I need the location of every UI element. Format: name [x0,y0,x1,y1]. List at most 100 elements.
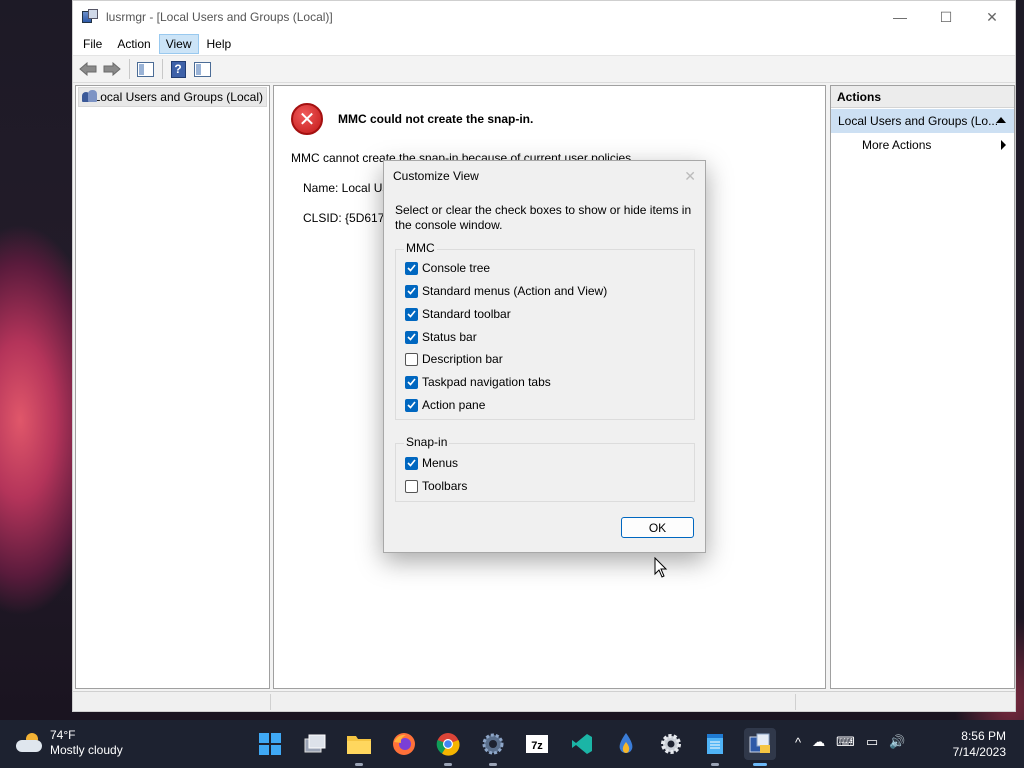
checkbox-box[interactable] [405,375,418,389]
mmc-icon [749,733,770,753]
toolbar: ? [73,55,1015,83]
file-explorer-button[interactable] [343,728,375,766]
submenu-arrow-icon [1001,140,1006,150]
chrome-button[interactable] [432,728,464,766]
ok-button[interactable]: OK [621,517,694,538]
checkbox-label: Menus [422,456,459,470]
forward-button[interactable] [101,58,123,80]
settings-gear-icon [660,734,681,754]
menu-view[interactable]: View [158,34,199,54]
chrome-icon [436,733,460,756]
network-icon[interactable]: ▭ [866,734,878,750]
checkbox-label: Toolbars [422,479,468,493]
error-icon: ✕ [291,103,323,135]
mmc-group-label: MMC [404,241,437,255]
folder-icon [347,736,371,754]
toolbar-separator [129,59,130,79]
console-tree-icon [136,61,154,77]
settings-gear-button[interactable] [655,728,687,760]
start-button[interactable] [254,728,286,760]
firefox-button[interactable] [388,728,420,760]
vscode-insiders-button[interactable] [566,728,598,760]
minimize-button[interactable]: — [877,1,923,33]
action-pane-icon [193,61,211,77]
network-disconnected-icon[interactable]: ☁ [812,734,825,750]
customize-view-dialog: Customize View ✕ Select or clear the che… [383,160,706,553]
vscode-insiders-icon [571,734,592,754]
status-bar-divider [270,694,271,710]
7zip-button[interactable]: 7z [521,728,553,760]
weather-temp: 74°F [50,728,76,742]
svg-text:7z: 7z [531,740,543,752]
checkbox-standard-menus[interactable]: Standard menus (Action and View) [405,283,607,299]
checkbox-action-pane[interactable]: Action pane [405,397,485,413]
menu-bar: File Action View Help [73,33,1015,55]
checkbox-box[interactable] [405,456,418,470]
collapse-up-icon[interactable] [996,117,1006,123]
show-hide-action-pane-button[interactable] [191,58,213,80]
actions-group-local-users[interactable]: Local Users and Groups (Lo... [831,109,1014,133]
checkbox-menus[interactable]: Menus [405,455,458,471]
menu-help[interactable]: Help [200,34,239,54]
weather-widget[interactable]: 74°F Mostly cloudy [16,728,123,758]
help-button[interactable]: ? [167,58,189,80]
checkbox-status-bar[interactable]: Status bar [405,329,477,345]
menu-action[interactable]: Action [110,34,157,54]
help-icon: ? [170,60,186,78]
checkbox-box[interactable] [405,307,418,321]
dialog-close-icon[interactable]: ✕ [684,168,696,185]
show-hidden-icons-chevron-icon[interactable]: ^ [795,735,801,750]
more-actions-label: More Actions [862,138,932,152]
checkbox-label: Status bar [422,330,477,344]
partly-cloudy-icon [16,733,44,753]
menu-file[interactable]: File [76,34,109,54]
checkbox-box[interactable] [405,284,418,298]
maximize-button[interactable]: ☐ [923,1,969,33]
checkbox-box[interactable] [405,479,418,493]
snapin-group: Snap-in Menus Toolbars [395,435,695,502]
clock[interactable]: 8:56 PM 7/14/2023 [953,728,1006,760]
show-hide-console-tree-button[interactable] [134,58,156,80]
dialog-description: Select or clear the check boxes to show … [395,203,692,232]
toolbar-separator [162,59,163,79]
error-title: MMC could not create the snap-in. [338,112,534,126]
mmc-app-icon [82,9,98,25]
status-bar-divider [795,694,796,710]
console-tree-pane: Local Users and Groups (Local) [75,85,270,689]
checkbox-box[interactable] [405,261,418,275]
checkbox-description-bar[interactable]: Description bar [405,351,503,367]
weather-desc: Mostly cloudy [50,743,123,757]
more-actions-item[interactable]: More Actions [831,133,1014,157]
dialog-title-bar[interactable]: Customize View ✕ [384,161,705,191]
checkbox-standard-toolbar[interactable]: Standard toolbar [405,306,511,322]
drop-icon [619,733,633,753]
inkscape-button[interactable] [610,728,642,760]
settings-button[interactable] [477,728,509,766]
checkbox-box[interactable] [405,352,418,366]
users-icon [82,90,97,104]
status-bar [73,691,1015,711]
checkbox-box[interactable] [405,398,418,412]
checkbox-label: Standard menus (Action and View) [422,284,608,298]
task-view-icon [304,734,325,753]
volume-icon[interactable]: 🔊 [889,734,905,750]
actions-group-label: Local Users and Groups (Lo... [838,114,999,128]
mmc-taskbar-button[interactable] [743,728,776,766]
window-title: lusrmgr - [Local Users and Groups (Local… [106,10,333,24]
keyboard-icon[interactable]: ⌨ [836,734,855,750]
tree-item-local-users-and-groups[interactable]: Local Users and Groups (Local) [78,87,267,107]
checkbox-box[interactable] [405,330,418,344]
settings-icon [482,733,503,755]
back-button[interactable] [77,58,99,80]
checkbox-taskpad-navigation-tabs[interactable]: Taskpad navigation tabs [405,374,551,390]
notepad-button[interactable] [699,728,731,766]
close-button[interactable]: ✕ [969,1,1015,33]
checkbox-toolbars[interactable]: Toolbars [405,478,467,494]
actions-header: Actions [831,86,1014,108]
7zip-icon: 7z [526,735,548,753]
task-view-button[interactable] [299,728,331,760]
taskbar: 74°F Mostly cloudy 7z ^ ☁ ⌨ ▭ 🔊 8:56 PM … [0,720,1024,768]
title-bar[interactable]: lusrmgr - [Local Users and Groups (Local… [73,1,1015,33]
checkbox-console-tree[interactable]: Console tree [405,260,490,276]
checkbox-label: Description bar [422,352,503,366]
